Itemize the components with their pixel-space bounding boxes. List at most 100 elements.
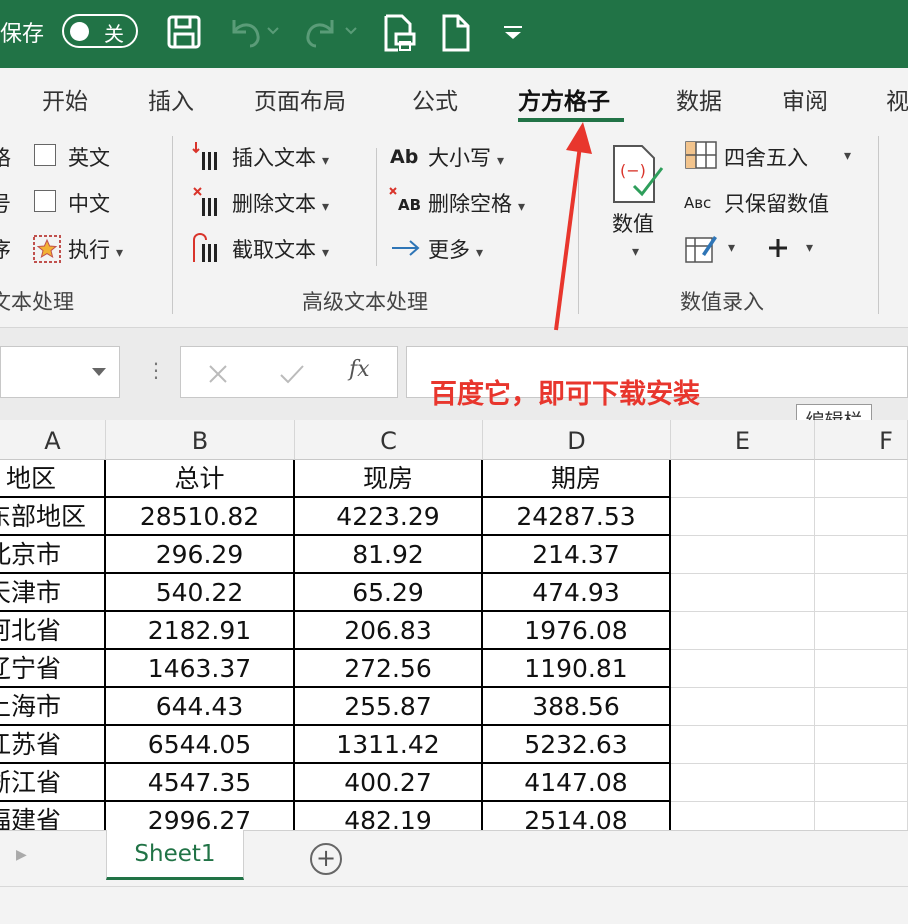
- table-cell[interactable]: 4547.35: [106, 764, 295, 802]
- group1-row3-text[interactable]: 序: [0, 234, 11, 264]
- tab-review[interactable]: 审阅: [782, 82, 828, 116]
- insert-function-icon[interactable]: fx: [349, 357, 370, 382]
- table-cell[interactable]: 65.29: [295, 574, 483, 612]
- table-cell[interactable]: 272.56: [295, 650, 483, 688]
- edit-cells-icon[interactable]: [684, 232, 718, 264]
- table-cell[interactable]: 5232.63: [483, 726, 671, 764]
- round-button[interactable]: 四舍五入: [724, 142, 808, 172]
- tab-fangfanggezi[interactable]: 方方格子: [518, 82, 610, 116]
- table-cell[interactable]: 天津市: [0, 574, 106, 612]
- table-cell[interactable]: [671, 688, 815, 726]
- insert-text-button[interactable]: 插入文本 ▾: [232, 142, 329, 172]
- enter-icon[interactable]: [279, 363, 305, 385]
- table-cell[interactable]: 河北省: [0, 612, 106, 650]
- table-cell[interactable]: 540.22: [106, 574, 295, 612]
- table-cell[interactable]: 北京市: [0, 536, 106, 574]
- execute-button[interactable]: 执行 ▾: [68, 234, 123, 264]
- table-cell[interactable]: [815, 498, 908, 536]
- table-cell[interactable]: 浙江省: [0, 764, 106, 802]
- name-box[interactable]: [0, 346, 120, 398]
- keep-values-button[interactable]: 只保留数值: [724, 188, 829, 218]
- table-cell[interactable]: 1976.08: [483, 612, 671, 650]
- column-header[interactable]: F: [815, 420, 908, 460]
- tab-page-layout[interactable]: 页面布局: [254, 82, 346, 116]
- table-cell[interactable]: 206.83: [295, 612, 483, 650]
- table-cell[interactable]: [671, 498, 815, 536]
- undo-icon[interactable]: [226, 14, 280, 50]
- autosave-toggle[interactable]: 关: [62, 14, 138, 48]
- table-cell[interactable]: [815, 726, 908, 764]
- group1-row2-text[interactable]: 号: [0, 188, 11, 218]
- table-cell[interactable]: 214.37: [483, 536, 671, 574]
- table-cell[interactable]: [815, 612, 908, 650]
- table-cell[interactable]: [671, 764, 815, 802]
- scroll-left-icon[interactable]: ▶: [16, 847, 27, 863]
- header-cell[interactable]: 总计: [106, 460, 295, 498]
- table-cell[interactable]: 江苏省: [0, 726, 106, 764]
- column-header[interactable]: B: [106, 420, 295, 460]
- extract-text-button[interactable]: 截取文本 ▾: [232, 234, 329, 264]
- table-cell[interactable]: [815, 536, 908, 574]
- header-cell[interactable]: 期房: [483, 460, 671, 498]
- chevron-down-icon[interactable]: [91, 367, 107, 377]
- table-cell[interactable]: 474.93: [483, 574, 671, 612]
- delete-text-button[interactable]: 删除文本 ▾: [232, 188, 329, 218]
- column-header[interactable]: D: [483, 420, 671, 460]
- edit-cells-dropdown-icon[interactable]: ▾: [728, 240, 735, 256]
- table-cell[interactable]: 296.29: [106, 536, 295, 574]
- plus-icon[interactable]: [766, 236, 790, 260]
- table-cell[interactable]: [671, 612, 815, 650]
- round-dropdown-icon[interactable]: ▾: [844, 148, 851, 164]
- save-icon[interactable]: [166, 14, 202, 50]
- table-cell[interactable]: [815, 574, 908, 612]
- table-cell[interactable]: 400.27: [295, 764, 483, 802]
- header-cell[interactable]: [671, 460, 815, 498]
- table-cell[interactable]: 2514.08: [483, 802, 671, 830]
- plus-dropdown-icon[interactable]: ▾: [806, 240, 813, 256]
- column-header[interactable]: A: [0, 420, 106, 460]
- tab-view[interactable]: 视: [886, 82, 908, 116]
- table-cell[interactable]: 辽宁省: [0, 650, 106, 688]
- number-dropdown-icon[interactable]: ▾: [632, 244, 639, 260]
- table-cell[interactable]: [815, 650, 908, 688]
- tab-insert[interactable]: 插入: [148, 82, 194, 116]
- print-preview-icon[interactable]: [382, 14, 418, 52]
- table-cell[interactable]: 6544.05: [106, 726, 295, 764]
- table-cell[interactable]: 2182.91: [106, 612, 295, 650]
- column-header[interactable]: E: [671, 420, 815, 460]
- table-cell[interactable]: 24287.53: [483, 498, 671, 536]
- table-cell[interactable]: 28510.82: [106, 498, 295, 536]
- new-file-icon[interactable]: [440, 14, 472, 52]
- sheet-tab-sheet1[interactable]: Sheet1: [106, 830, 244, 880]
- header-cell[interactable]: [815, 460, 908, 498]
- table-cell[interactable]: 388.56: [483, 688, 671, 726]
- table-cell[interactable]: [671, 802, 815, 830]
- column-header[interactable]: C: [295, 420, 483, 460]
- english-checkbox[interactable]: [34, 144, 56, 166]
- cancel-icon[interactable]: [207, 363, 229, 385]
- tab-data[interactable]: 数据: [676, 82, 722, 116]
- table-cell[interactable]: [815, 802, 908, 830]
- more-button[interactable]: 更多 ▾: [428, 234, 483, 264]
- table-cell[interactable]: 上海市: [0, 688, 106, 726]
- table-cell[interactable]: 4147.08: [483, 764, 671, 802]
- table-cell[interactable]: 482.19: [295, 802, 483, 830]
- table-cell[interactable]: 1190.81: [483, 650, 671, 688]
- table-cell[interactable]: [815, 764, 908, 802]
- table-cell[interactable]: [671, 726, 815, 764]
- remove-space-button[interactable]: 删除空格 ▾: [428, 188, 525, 218]
- table-cell[interactable]: [815, 688, 908, 726]
- table-cell[interactable]: 4223.29: [295, 498, 483, 536]
- customize-qat-icon[interactable]: [502, 26, 524, 40]
- table-cell[interactable]: [671, 650, 815, 688]
- table-cell[interactable]: 2996.27: [106, 802, 295, 830]
- table-cell[interactable]: 1463.37: [106, 650, 295, 688]
- table-cell[interactable]: 644.43: [106, 688, 295, 726]
- table-cell[interactable]: 1311.42: [295, 726, 483, 764]
- table-cell[interactable]: 81.92: [295, 536, 483, 574]
- table-cell[interactable]: [671, 536, 815, 574]
- tab-formulas[interactable]: 公式: [412, 82, 458, 116]
- number-button[interactable]: 数值: [612, 208, 654, 238]
- case-button[interactable]: 大小写 ▾: [428, 142, 504, 172]
- group1-row1-text[interactable]: 咯: [0, 142, 11, 172]
